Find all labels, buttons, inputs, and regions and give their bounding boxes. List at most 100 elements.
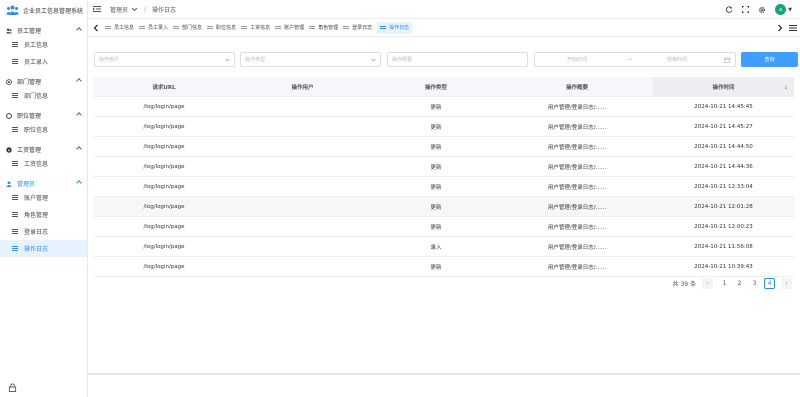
operation-type-select[interactable]: 操作类型 — [240, 52, 381, 67]
sidebar-menu-item[interactable]: 员工录入 — [0, 53, 87, 70]
tabs-scroll-left-icon[interactable] — [92, 24, 100, 32]
header-actions: a ▼ — [726, 4, 792, 15]
table-row[interactable]: /log/login/page 更新 用户管理/登录日志/...... 2024-10… — [94, 137, 794, 157]
page-tab[interactable]: 部门信息 — [173, 22, 204, 34]
operator-user-select[interactable]: 操作用户 — [94, 52, 235, 67]
table-row[interactable]: /log/login/page 更新 用户管理/登录日志/...... 2024-10… — [94, 117, 794, 137]
list-icon — [12, 59, 18, 64]
page-tab[interactable]: 职位信息 — [207, 22, 238, 34]
sort-arrow-icon[interactable]: ↓ — [784, 85, 788, 91]
list-icon — [241, 25, 248, 30]
menu-group-label: 职位管理 — [17, 113, 42, 120]
page-tab[interactable]: 员工信息 — [105, 22, 136, 34]
caret-down-icon[interactable]: ▼ — [788, 7, 792, 13]
menu-group-label: 部门管理 — [17, 79, 42, 86]
list-icon — [12, 229, 18, 234]
range-separator: → — [627, 56, 632, 63]
sidebar-menu-item[interactable]: 职位信息 — [0, 121, 87, 138]
table-row[interactable]: /log/login/page 录入 用户管理/登录日志/...... 2024-10… — [94, 237, 794, 257]
list-icon — [380, 25, 387, 30]
settings-gear-icon[interactable] — [758, 6, 766, 14]
list-icon — [343, 25, 350, 30]
tabs-bar: 员工信息 员工录入 部门信息 职位信息 工资信息 账户管理 角色管理 登录日志 操作日志 — [88, 18, 800, 37]
query-button[interactable]: 查询 — [741, 52, 798, 67]
operation-summary-placeholder: 操作概要 — [392, 57, 413, 63]
sidebar-menu-item[interactable]: 操作日志 — [0, 240, 87, 257]
menu-group-title[interactable]: 部门管理 — [0, 76, 87, 87]
table-row[interactable]: /log/login/page 更新 用户管理/登录日志/...... 2024-10… — [94, 177, 794, 197]
sidebar-menu-item-label: 登录日志 — [24, 229, 49, 236]
page-number-button[interactable]: 4 — [764, 278, 775, 289]
sidebar-menu-item[interactable]: 员工信息 — [0, 36, 87, 53]
tabs-menu-icon[interactable] — [789, 25, 797, 31]
breadcrumb-root[interactable]: 管理员 — [110, 5, 128, 14]
menu-group-title[interactable]: 员工管理 — [0, 25, 87, 36]
page-tab[interactable]: 账户管理 — [275, 22, 306, 34]
col-header-time[interactable]: 操作时间 ↓ — [653, 77, 794, 96]
operation-summary-input[interactable]: 操作概要 — [387, 52, 528, 67]
sidebar-menu-item-label: 员工信息 — [24, 42, 49, 49]
cell-time: 2024-10-21 12:33:04 — [694, 183, 753, 190]
sidebar-menu-item-label: 工资信息 — [24, 161, 49, 168]
sidebar-menu-item[interactable]: 工资信息 — [0, 155, 87, 172]
list-icon — [12, 93, 18, 98]
next-page-button[interactable]: › — [781, 278, 792, 289]
page-tab-label: 账户管理 — [284, 25, 305, 31]
table-row[interactable]: /log/login/page 更新 用户管理/登录日志/...... 2024-10… — [94, 197, 794, 217]
cell-url: /log/login/page — [143, 243, 185, 250]
fullscreen-icon[interactable] — [742, 6, 750, 13]
tabs-scroll-right-icon[interactable] — [776, 24, 784, 32]
page-tab[interactable]: 登录日志 — [343, 22, 374, 34]
user-menu[interactable]: a ▼ — [775, 4, 792, 15]
table-header: 请求URL 操作用户 操作类型 操作概要 操作时间 ↓ — [94, 77, 794, 97]
cell-time: 2024-10-21 14:45:45 — [694, 103, 753, 110]
cell-summary: 用户管理/登录日志/...... — [547, 224, 607, 231]
list-icon — [309, 25, 316, 30]
page-tab[interactable]: 工资信息 — [241, 22, 272, 34]
menu-group-title[interactable]: 职位管理 — [0, 110, 87, 121]
cell-type: 录入 — [430, 244, 442, 251]
table-row[interactable]: /log/login/page 更新 用户管理/登录日志/...... 2024-10… — [94, 217, 794, 237]
page-tab-label: 操作日志 — [389, 25, 410, 31]
list-icon — [12, 42, 18, 47]
page-number-button[interactable]: 2 — [734, 278, 745, 289]
cell-type: 更新 — [430, 124, 442, 131]
table-row[interactable]: /log/login/page 更新 用户管理/登录日志/...... 2024-10… — [94, 97, 794, 117]
cell-type: 更新 — [430, 264, 442, 271]
page-tab[interactable]: 角色管理 — [309, 22, 340, 34]
cell-type: 更新 — [430, 204, 442, 211]
page-tab-label: 部门信息 — [182, 25, 203, 31]
sidebar-menu-item-label: 账户管理 — [24, 195, 49, 202]
cell-url: /log/login/page — [143, 103, 185, 110]
lock-icon[interactable] — [8, 383, 17, 392]
prev-page-button[interactable]: ‹ — [702, 278, 713, 289]
page-tab-label: 员工录入 — [148, 25, 169, 31]
col-header-user: 操作用户 — [291, 84, 314, 91]
list-icon — [139, 25, 146, 30]
sidebar-menu-item[interactable]: 登录日志 — [0, 223, 87, 240]
refresh-icon[interactable] — [726, 6, 733, 13]
menu-group-title[interactable]: 管理员 — [0, 178, 87, 189]
sidebar-menu-item[interactable]: 部门信息 — [0, 87, 87, 104]
page-number-button[interactable]: 3 — [749, 278, 760, 289]
table-row[interactable]: /log/login/page 更新 用户管理/登录日志/...... 2024-10… — [94, 157, 794, 177]
page-tab[interactable]: 员工录入 — [139, 22, 170, 34]
avatar[interactable]: a — [775, 4, 787, 15]
page-tab[interactable]: 操作日志 — [377, 21, 413, 34]
menu-fold-icon[interactable] — [93, 6, 101, 12]
sidebar-menu-item[interactable]: 角色管理 — [0, 206, 87, 223]
date-range-picker[interactable]: 开始时间 → 结束时间 — [534, 52, 736, 67]
cell-type: 更新 — [430, 224, 442, 231]
cell-type: 更新 — [430, 104, 442, 111]
page-number-button[interactable]: 1 — [719, 278, 730, 289]
chevron-down-icon[interactable] — [131, 7, 138, 12]
col-header-url: 请求URL — [152, 84, 176, 91]
cell-url: /log/login/page — [143, 203, 185, 210]
cell-url: /log/login/page — [143, 163, 185, 170]
sidebar-menu-item[interactable]: 账户管理 — [0, 189, 87, 206]
app-root: 企业员工信息管理系统 员工管理 员工信息 员工录入 部门管理 部门信息 职位管理 职位信息 ¥… — [0, 0, 800, 397]
menu-group-title[interactable]: ¥ 工资管理 — [0, 144, 87, 155]
chevron-up-icon — [76, 112, 82, 118]
chevron-up-icon — [76, 146, 82, 152]
table-row[interactable]: /log/login/page 更新 用户管理/登录日志/...... 2024-10… — [94, 257, 794, 277]
